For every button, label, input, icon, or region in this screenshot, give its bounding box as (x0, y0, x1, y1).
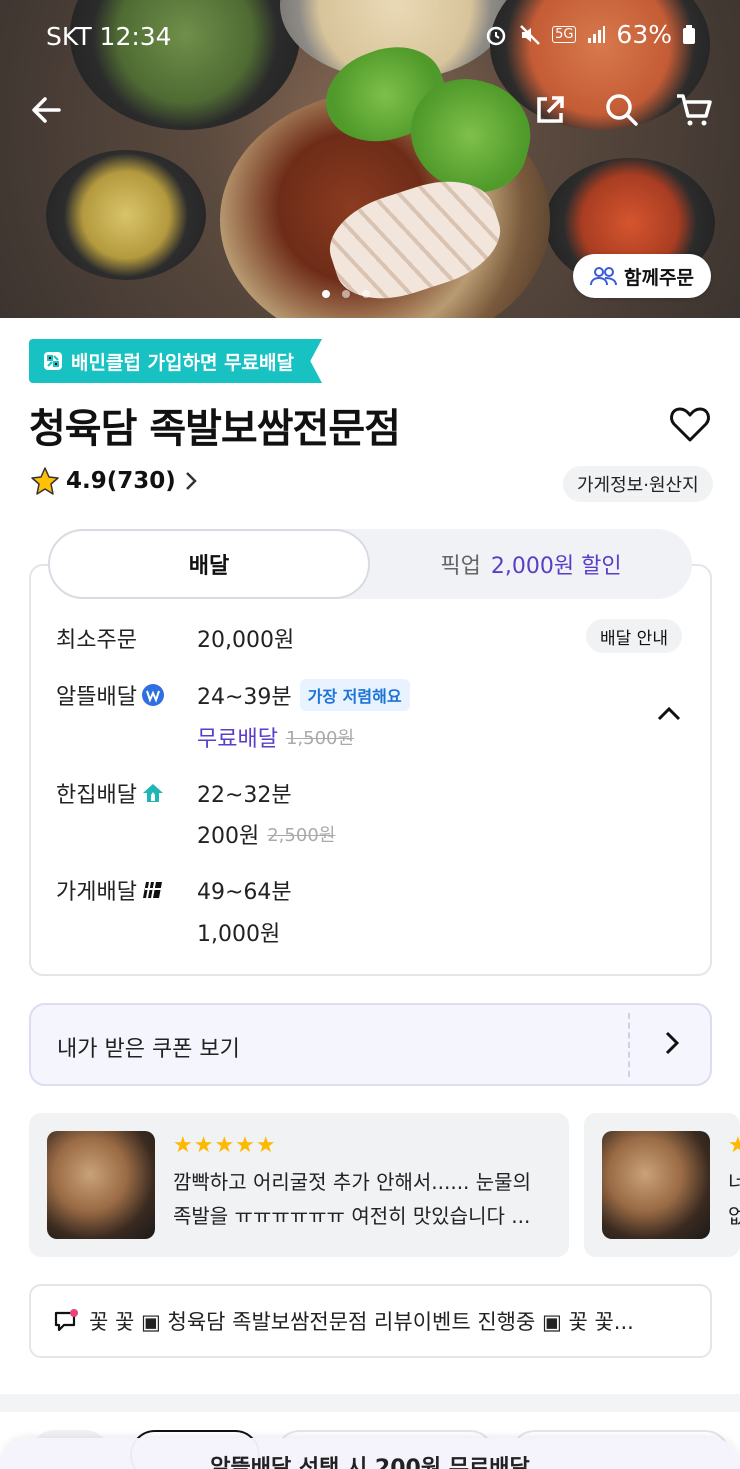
battery-percent: 63% (616, 20, 672, 49)
delivery-option-fee: 1,000원 (197, 922, 281, 947)
food-bowl (46, 150, 206, 280)
delivery-option-fee-row: 200원 2,500원 (197, 818, 335, 850)
review-text: 깜빡하고 어리굴젓 추가 안해서...... 눈물의 족발을 ㅠㅠㅠㅠㅠㅠ 여전… (173, 1165, 563, 1233)
tab-pickup-label: 픽업 (440, 554, 481, 579)
review-stars: ★★★★★ (728, 1133, 740, 1158)
search-button[interactable] (598, 86, 646, 134)
chevron-right-icon (665, 1031, 680, 1055)
delivery-option-original-fee: 2,500원 (267, 825, 336, 846)
delivery-option-label[interactable]: 가게배달 (56, 874, 165, 906)
review-line: 너 (728, 1170, 740, 1194)
alarm-icon (484, 23, 508, 47)
status-time: SKT 12:34 (46, 22, 172, 51)
tab-pickup[interactable]: 픽업 2,000원 할인 (370, 529, 692, 599)
floating-delivery-banner[interactable]: 알뜰배달 선택 시 200원 무료배달 (0, 1438, 740, 1469)
star-icon (31, 467, 59, 495)
delivery-option-original-fee: 1,500원 (285, 728, 355, 749)
delivery-option-name: 알뜰배달 (56, 685, 137, 710)
cart-icon (677, 94, 712, 126)
store-notice[interactable]: 꽃 꽃 ▣ 청육담 족발보쌈전문점 리뷰이벤트 진행중 ▣ 꽃 꽃... (29, 1284, 712, 1358)
delivery-option-time-row: 24~39분 가장 저렴해요 (197, 679, 410, 711)
pickup-discount: 2,000원 할인 (490, 554, 622, 579)
coupon-label: 내가 받은 쿠폰 보기 (57, 1037, 240, 1062)
top-navigation (0, 80, 740, 140)
rating-value: 4.9(730) (66, 468, 176, 494)
review-photo (47, 1131, 155, 1239)
delivery-option-name: 가게배달 (56, 880, 137, 905)
network-type: 5G (552, 26, 577, 43)
heart-icon (670, 407, 710, 442)
share-icon (537, 96, 564, 123)
club-banner[interactable]: 배민클럽 가입하면 무료배달 (29, 339, 322, 383)
favorite-button[interactable] (668, 402, 712, 446)
cart-button[interactable] (670, 86, 718, 134)
signal-icon (586, 25, 606, 45)
delivery-option-time: 22~32분 (197, 783, 292, 808)
store-name: 청육담 족발보쌈전문점 (29, 406, 401, 452)
section-divider (0, 1394, 740, 1412)
rating-link[interactable]: 4.9(730) (30, 466, 200, 496)
back-arrow-icon (32, 97, 61, 123)
order-type-tabs: 배달 픽업 2,000원 할인 (48, 529, 692, 599)
delivery-option-fee: 무료배달 (197, 727, 278, 752)
chevron-up-icon (657, 706, 681, 721)
delivery-option-label[interactable]: 알뜰배달 (56, 679, 165, 711)
store-hero-image: SKT 12:34 5G 63% 함께주문 (0, 0, 740, 318)
group-order-label: 함께주문 (624, 266, 694, 289)
saver-delivery-icon (141, 684, 164, 706)
carousel-indicator (322, 290, 370, 298)
mute-icon (518, 23, 542, 47)
collapse-button[interactable] (655, 700, 683, 732)
floating-banner-text: 알뜰배달 선택 시 200원 무료배달 (210, 1456, 530, 1469)
review-text: 너 없 (728, 1165, 740, 1233)
min-order-value: 20,000원 (197, 628, 295, 653)
review-stars: ★★★★★ (173, 1133, 277, 1158)
store-info-chip[interactable]: 가게정보·원산지 (563, 466, 713, 502)
battery-icon (682, 24, 696, 45)
review-line: 족발을 ㅠㅠㅠㅠㅠㅠ 여전히 맛있습니다 ... (173, 1204, 531, 1228)
review-card[interactable]: ★★★★★ 깜빡하고 어리굴젓 추가 안해서...... 눈물의 족발을 ㅠㅠㅠ… (29, 1113, 569, 1257)
cheapest-badge: 가장 저렴해요 (299, 679, 410, 711)
min-order-label: 최소주문 (56, 628, 137, 653)
delivery-option-fee: 200원 (197, 824, 260, 849)
review-line: 깜빡하고 어리굴젓 추가 안해서...... 눈물의 (173, 1170, 531, 1194)
share-button[interactable] (526, 86, 574, 134)
delivery-option-label[interactable]: 한집배달 (56, 777, 165, 809)
delivery-option-fee-row: 무료배달 1,500원 (197, 721, 354, 753)
delivery-option-time: 49~64분 (197, 880, 292, 905)
coupon-button[interactable]: 내가 받은 쿠폰 보기 (29, 1003, 712, 1086)
review-photo (602, 1131, 710, 1239)
chevron-right-icon (185, 472, 197, 490)
club-banner-text: 배민클럽 가입하면 무료배달 (71, 351, 294, 374)
tab-delivery[interactable]: 배달 (48, 529, 370, 599)
people-icon (590, 267, 618, 286)
store-delivery-icon (142, 881, 162, 899)
house-delivery-icon (142, 784, 163, 802)
baemin-club-icon (44, 352, 62, 370)
group-order-button[interactable]: 함께주문 (573, 254, 711, 298)
tab-delivery-label: 배달 (188, 554, 230, 579)
coupon-divider (628, 1013, 630, 1077)
delivery-option-time: 24~39분 (197, 685, 292, 710)
review-card[interactable]: ★★★★★ 너 없 (584, 1113, 740, 1257)
status-bar: SKT 12:34 5G 63% (0, 0, 740, 70)
notice-icon (54, 1309, 78, 1332)
delivery-option-name: 한집배달 (56, 783, 137, 808)
back-button[interactable] (22, 86, 70, 134)
delivery-guide-button[interactable]: 배달 안내 (586, 619, 682, 653)
notice-text: 꽃 꽃 ▣ 청육담 족발보쌈전문점 리뷰이벤트 진행중 ▣ 꽃 꽃... (89, 1310, 634, 1334)
search-icon (606, 94, 638, 126)
review-line: 없 (728, 1204, 740, 1228)
